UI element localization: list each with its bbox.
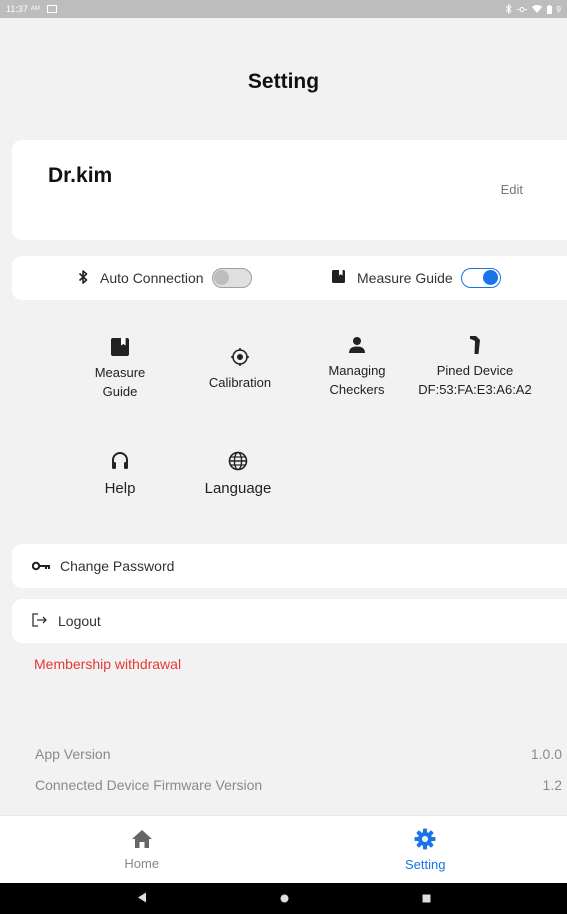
nav-home-label: Home — [124, 855, 160, 871]
status-bar: 11:37 AM 9 — [0, 0, 567, 18]
logout-row[interactable]: Logout — [12, 599, 567, 643]
headset-icon — [111, 450, 129, 472]
toggle-row: Auto Connection Measure Guide — [12, 256, 567, 300]
menu-language-label: Language — [204, 480, 272, 497]
measure-guide-toggle-label: Measure Guide — [357, 270, 453, 286]
switch-knob — [213, 270, 229, 285]
book-icon — [332, 270, 345, 286]
system-nav-bar — [0, 883, 567, 914]
change-password-label: Change Password — [60, 558, 175, 574]
battery-level-icon: 9 — [556, 4, 561, 14]
profile-name: Dr.kim — [48, 164, 113, 187]
bluetooth-icon — [78, 269, 88, 287]
page-title: Setting — [247, 70, 320, 93]
auto-connection-group: Auto Connection — [78, 268, 252, 288]
person-icon — [348, 334, 366, 356]
nav-home[interactable]: Home — [0, 816, 284, 883]
menu-help-label: Help — [104, 480, 136, 497]
home-icon — [131, 829, 153, 852]
status-ampm: AM — [30, 6, 40, 12]
profile-card: Dr.kim Edit — [12, 140, 567, 240]
target-icon — [231, 346, 249, 368]
menu-calibration[interactable]: Calibration — [195, 346, 285, 393]
app-version-value: 1.0.0 — [530, 746, 562, 762]
globe-icon — [228, 450, 248, 472]
menu-measure-guide[interactable]: Measure Guide — [84, 336, 156, 402]
auto-connection-label: Auto Connection — [100, 270, 204, 286]
gear-icon — [414, 828, 436, 853]
menu-language[interactable]: Language — [193, 450, 283, 500]
logout-icon — [32, 612, 48, 630]
wifi-icon — [531, 5, 542, 13]
vibrate-icon — [516, 5, 527, 14]
battery-icon — [546, 4, 552, 14]
membership-withdrawal-link[interactable]: Membership withdrawal — [34, 656, 181, 672]
switch-knob — [482, 270, 498, 285]
menu-measure-guide-label: Measure Guide — [94, 365, 146, 399]
book-icon — [111, 336, 129, 358]
firmware-version-row: Connected Device Firmware Version 1.2 — [35, 777, 562, 793]
device-icon — [469, 334, 481, 356]
recents-icon[interactable] — [422, 890, 431, 908]
menu-pined-device-label: Pined Device — [436, 363, 514, 378]
key-icon — [31, 558, 50, 574]
measure-guide-switch[interactable] — [460, 268, 501, 288]
app-version-row: App Version 1.0.0 — [35, 746, 562, 762]
change-password-row[interactable]: Change Password — [12, 544, 567, 588]
menu-managing-checkers[interactable]: Managing Checkers — [315, 334, 399, 400]
logout-label: Logout — [58, 613, 101, 629]
menu-managing-checkers-label: Managing Checkers — [328, 363, 386, 397]
app-version-label: App Version — [35, 746, 111, 762]
firmware-version-label: Connected Device Firmware Version — [35, 777, 263, 793]
nav-setting[interactable]: Setting — [284, 816, 567, 883]
pined-device-mac: DF:53:FA:E3:A6:A2 — [418, 381, 532, 397]
menu-pined-device[interactable]: Pined Device DF:53:FA:E3:A6:A2 — [405, 334, 545, 400]
bluetooth-status-icon — [505, 4, 512, 14]
status-time: 11:37 — [6, 4, 28, 14]
bottom-nav: Home Setting — [0, 815, 567, 883]
back-icon[interactable] — [137, 890, 147, 908]
nav-setting-label: Setting — [405, 856, 446, 872]
firmware-version-value: 1.2 — [542, 777, 562, 793]
notification-icon — [46, 5, 57, 13]
edit-profile-button[interactable]: Edit — [501, 182, 523, 197]
menu-calibration-label: Calibration — [208, 375, 272, 390]
menu-help[interactable]: Help — [85, 450, 155, 500]
home-button-icon[interactable] — [280, 890, 289, 908]
auto-connection-switch[interactable] — [211, 268, 252, 288]
measure-guide-group: Measure Guide — [332, 268, 501, 288]
